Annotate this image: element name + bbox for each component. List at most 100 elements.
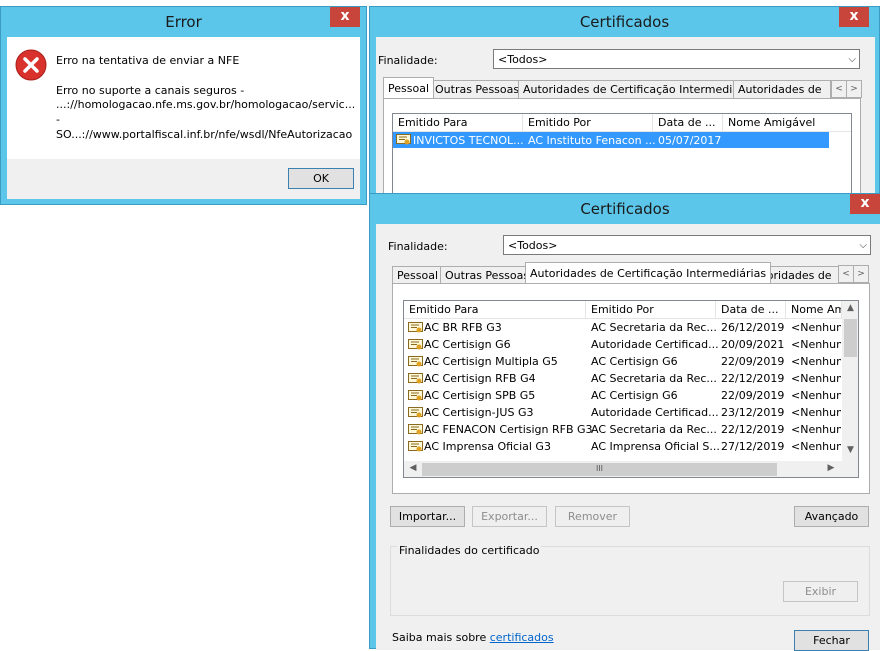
- scroll-right-icon[interactable]: ▶: [824, 463, 838, 473]
- avancado-button[interactable]: Avançado: [794, 506, 869, 527]
- close-button[interactable]: x: [850, 194, 880, 214]
- tab-intermediarias[interactable]: Autoridades de Certificação Intermediári…: [518, 80, 765, 98]
- finalidade-value: <Todos>: [508, 239, 558, 252]
- tab-intermediarias[interactable]: Autoridades de Certificação Intermediári…: [525, 262, 772, 283]
- certificate-icon: [408, 322, 423, 337]
- exibir-button[interactable]: Exibir: [783, 581, 858, 602]
- cell-por: Autoridade Certificad...: [591, 406, 719, 419]
- scroll-up-icon[interactable]: ▲: [842, 303, 858, 313]
- tab-pessoal[interactable]: Pessoal: [383, 77, 434, 98]
- table-row[interactable]: AC Certisign RFB G4 AC Secretaria da Rec.…: [404, 370, 842, 387]
- tab-scroll-left-icon[interactable]: <: [831, 80, 847, 98]
- table-row[interactable]: AC Certisign SPB G5 AC Certisign G6 22/09/…: [404, 387, 842, 404]
- cell-data: 22/09/2019: [721, 389, 785, 402]
- cell-nome: <Nenhum>: [791, 338, 841, 351]
- tab-raiz[interactable]: Autoridades de Ce: [733, 80, 831, 98]
- close-button[interactable]: x: [330, 7, 360, 27]
- scroll-down-icon[interactable]: ▼: [842, 445, 858, 455]
- exportar-button[interactable]: Exportar...: [472, 506, 547, 527]
- cell-nome: <Nenhum>: [791, 423, 841, 436]
- horizontal-scrollbar[interactable]: ◀ III ▶: [404, 461, 842, 477]
- error-client: Erro na tentativa de enviar a NFE Erro n…: [7, 37, 360, 199]
- importar-button[interactable]: Importar...: [390, 506, 465, 527]
- chevron-down-icon: ⌵: [848, 54, 856, 65]
- col-emitido-por[interactable]: Emitido Por: [523, 114, 653, 132]
- col-data[interactable]: Data de ...: [716, 301, 786, 319]
- cell-nome: <Nenhum>: [791, 355, 841, 368]
- saiba-mais-text: Saiba mais sobre certificados: [392, 631, 554, 644]
- col-nome-amigavel[interactable]: Nome Amigá: [786, 301, 842, 319]
- tab-outras-pessoas[interactable]: Outras Pessoas: [440, 266, 535, 284]
- table-row[interactable]: AC FENACON Certisign RFB G3 AC Secretaria…: [404, 421, 842, 438]
- cell-nome: <Nenhum>: [791, 321, 841, 334]
- tab-scroll-right-icon[interactable]: >: [853, 265, 869, 283]
- cell-para: AC Certisign SPB G5: [424, 389, 536, 402]
- certificate-icon: [408, 373, 423, 388]
- close-button[interactable]: x: [839, 7, 869, 27]
- cell-para: AC Certisign-JUS G3: [424, 406, 534, 419]
- cell-para: AC Certisign RFB G4: [424, 372, 536, 385]
- col-emitido-por[interactable]: Emitido Por: [586, 301, 716, 319]
- scroll-thumb[interactable]: [844, 319, 857, 357]
- cell-data: 27/12/2019: [721, 440, 785, 453]
- table-row[interactable]: AC BR RFB G3 AC Secretaria da Rec... 26/12…: [404, 319, 842, 336]
- finalidades-group-label: Finalidades do certificado: [397, 544, 542, 557]
- certificate-icon: [408, 424, 423, 439]
- cert-back-title: Certificados: [579, 13, 670, 31]
- ok-button[interactable]: OK: [288, 168, 354, 189]
- tab-scroll-left-icon[interactable]: <: [838, 265, 854, 283]
- certificados-link[interactable]: certificados: [490, 631, 554, 644]
- scroll-left-icon[interactable]: ◀: [406, 463, 420, 473]
- scroll-corner: [842, 461, 858, 477]
- certificate-icon: [408, 356, 423, 371]
- finalidade-select[interactable]: <Todos> ⌵: [493, 49, 860, 69]
- error-message-line: Erro no suporte a canais seguros -: [56, 84, 245, 97]
- cell-data: 22/12/2019: [721, 423, 785, 436]
- certificate-icon: [408, 339, 423, 354]
- scroll-thumb[interactable]: III: [422, 463, 777, 476]
- col-emitido-para[interactable]: Emitido Para: [393, 114, 523, 132]
- error-title: Error: [165, 13, 202, 31]
- col-emitido-para[interactable]: Emitido Para: [404, 301, 586, 319]
- tab-pessoal[interactable]: Pessoal: [392, 266, 443, 284]
- error-message-title: Erro na tentativa de enviar a NFE: [56, 54, 240, 67]
- cert-back-titlebar[interactable]: Certificados x: [370, 7, 879, 37]
- remover-button[interactable]: Remover: [555, 506, 630, 527]
- cell-data: 05/07/2017: [658, 134, 722, 147]
- cell-por: AC Imprensa Oficial S...: [591, 440, 720, 453]
- vertical-scrollbar[interactable]: ▲ ▼: [842, 301, 858, 461]
- certificate-icon: [408, 390, 423, 405]
- table-row[interactable]: AC Certisign G6 Autoridade Certificad... 2…: [404, 336, 842, 353]
- cell-nome: <Nenhum>: [791, 440, 841, 453]
- chevron-down-icon: ⌵: [859, 240, 867, 251]
- finalidade-value: <Todos>: [498, 53, 548, 66]
- finalidade-select[interactable]: <Todos> ⌵: [503, 235, 871, 255]
- table-row[interactable]: INVICTOS TECNOL... AC Instituto Fenacon …: [393, 132, 829, 148]
- finalidade-label: Finalidade:: [378, 54, 438, 67]
- cell-para: AC Certisign G6: [424, 338, 511, 351]
- cell-nome: <Nenhum>: [791, 389, 841, 402]
- certificate-icon: [408, 441, 423, 456]
- cert-front-client: Finalidade: <Todos> ⌵ Pessoal Outras Pes…: [376, 224, 880, 651]
- tab-scroll-right-icon[interactable]: >: [846, 80, 862, 98]
- cell-nome: <Nenhum>: [791, 406, 841, 419]
- table-row[interactable]: AC Imprensa Oficial G3 AC Imprensa Oficia…: [404, 438, 842, 455]
- error-icon: [15, 49, 47, 81]
- cell-data: 20/09/2021: [721, 338, 785, 351]
- cell-por: Autoridade Certificad...: [591, 338, 719, 351]
- cell-para: AC Imprensa Oficial G3: [424, 440, 551, 453]
- cell-emitido-para: INVICTOS TECNOL...: [413, 134, 524, 147]
- tab-outras-pessoas[interactable]: Outras Pessoas: [430, 80, 525, 98]
- cell-data: 22/09/2019: [721, 355, 785, 368]
- cell-para: AC FENACON Certisign RFB G3: [424, 423, 593, 436]
- cert-front-titlebar[interactable]: Certificados x: [370, 194, 880, 224]
- cell-para: AC BR RFB G3: [424, 321, 502, 334]
- table-row[interactable]: AC Certisign Multipla G5 AC Certisign G6 2…: [404, 353, 842, 370]
- certificados-window-back: Certificados x Finalidade: <Todos> ⌵ Pes…: [369, 6, 880, 208]
- col-nome-amigavel[interactable]: Nome Amigável: [723, 114, 851, 132]
- cert-front-list[interactable]: Emitido Para Emitido Por Data de ... Nom…: [403, 300, 859, 478]
- error-titlebar[interactable]: Error x: [1, 7, 366, 37]
- cert-front-title: Certificados: [580, 200, 670, 218]
- table-row[interactable]: AC Certisign-JUS G3 Autoridade Certificad…: [404, 404, 842, 421]
- col-data[interactable]: Data de ...: [653, 114, 723, 132]
